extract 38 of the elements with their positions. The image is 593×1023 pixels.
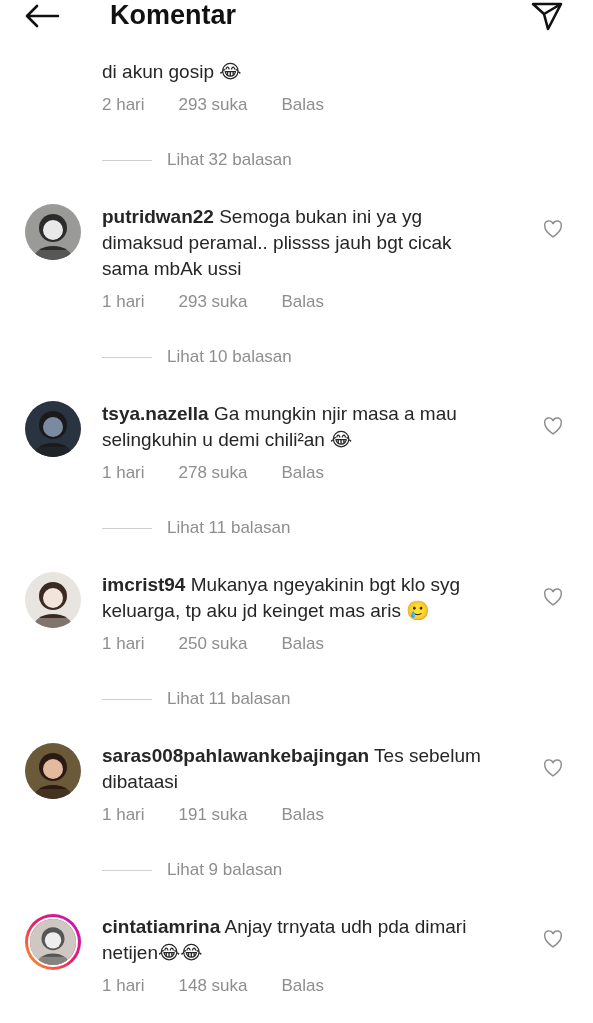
- back-button[interactable]: [24, 3, 60, 28]
- likes-count[interactable]: 148 suka: [178, 973, 248, 999]
- likes-count[interactable]: 191 suka: [178, 802, 248, 828]
- comment-time: 1 hari: [102, 462, 145, 484]
- comment-text: cintatiamrina Anjay trnyata udh pda dimari netijen😂😂: [102, 915, 468, 965]
- reply-link[interactable]: Balas: [281, 460, 325, 486]
- like-button[interactable]: [543, 759, 563, 779]
- reply-link[interactable]: Balas: [281, 289, 325, 315]
- send-button[interactable]: [531, 0, 563, 31]
- comment-text: saras008pahlawankebajingan Tes sebelum dibataasi: [102, 744, 482, 794]
- view-replies-link[interactable]: Lihat 9 balasan: [167, 857, 283, 883]
- reply-link[interactable]: Balas: [281, 631, 325, 657]
- view-replies-link[interactable]: Lihat 11 balasan: [167, 515, 291, 541]
- page-title: Komentar: [110, 0, 238, 31]
- likes-count[interactable]: 293 suka: [178, 92, 248, 118]
- likes-count[interactable]: 250 suka: [178, 631, 248, 657]
- reply-link[interactable]: Balas: [281, 802, 325, 828]
- comment-time: 1 hari: [102, 291, 145, 313]
- comment-text: putridwan22 Semoga bukan ini ya yg dimaksud peramal.. plissss jauh bgt cicak sama mbAk ussi: [102, 205, 453, 281]
- view-replies-link[interactable]: Lihat 32 balasan: [167, 147, 292, 173]
- likes-count[interactable]: 293 suka: [178, 289, 248, 315]
- comment-text: di akun gosip 😂: [102, 60, 243, 84]
- comment-text: tsya.nazella Ga mungkin njir masa a mau selingkuhin u demi chili²an 😂: [102, 402, 458, 452]
- comment-time: 2 hari: [102, 94, 145, 116]
- comment-time: 1 hari: [102, 633, 145, 655]
- comment-time: 1 hari: [102, 975, 145, 997]
- comment-time: 1 hari: [102, 804, 145, 826]
- comment-text: imcrist94 Mukanya ngeyakinin bgt klo syg keluarga, tp aku jd keinget mas aris 🥲: [102, 573, 462, 623]
- view-replies-link[interactable]: Lihat 11 balasan: [167, 686, 291, 712]
- like-button[interactable]: [543, 220, 563, 240]
- likes-count[interactable]: 278 suka: [178, 460, 248, 486]
- reply-link[interactable]: Balas: [281, 973, 325, 999]
- reply-link[interactable]: Balas: [281, 92, 325, 118]
- like-button[interactable]: [543, 417, 563, 437]
- view-replies-link[interactable]: Lihat 10 balasan: [167, 344, 292, 370]
- like-button[interactable]: [543, 930, 563, 950]
- story-ring[interactable]: [25, 914, 81, 970]
- like-button[interactable]: [543, 588, 563, 608]
